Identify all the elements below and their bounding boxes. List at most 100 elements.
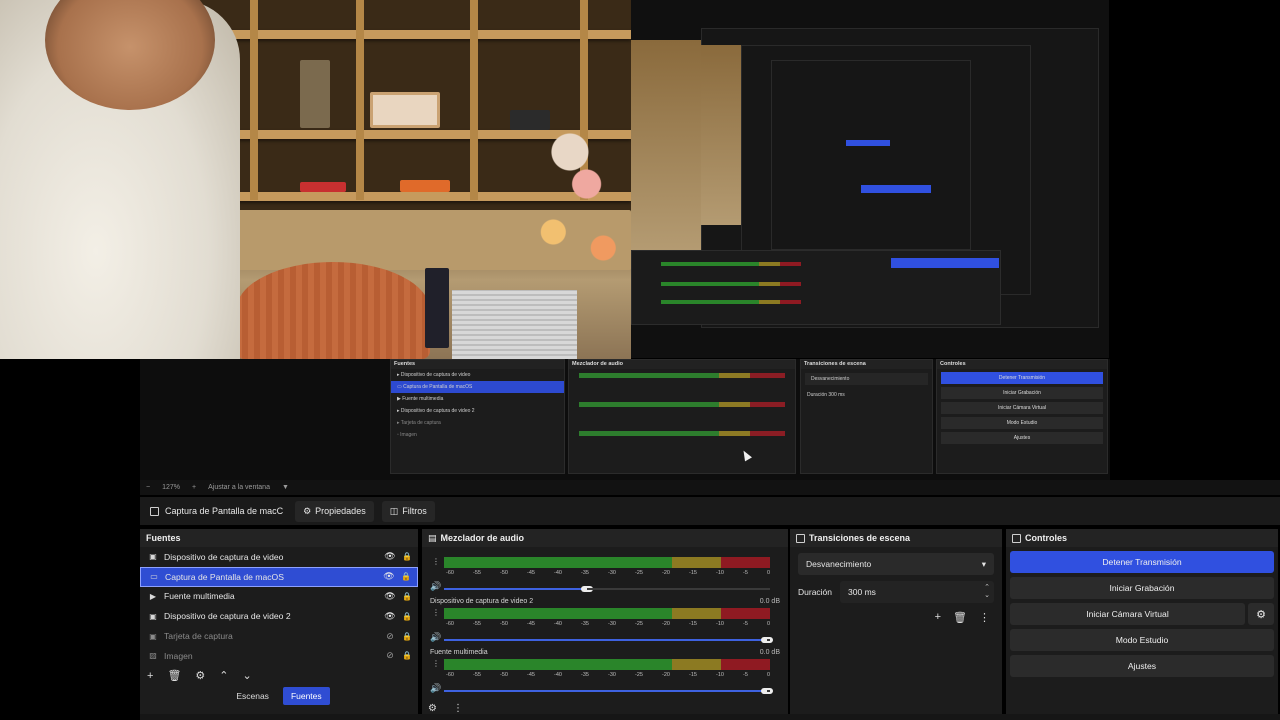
sources-title: Fuentes xyxy=(146,533,181,543)
gear-icon[interactable]: ⚙ xyxy=(1248,603,1274,625)
stop-streaming-button[interactable]: Detener Transmisión xyxy=(1010,551,1274,573)
transition-select[interactable]: Desvanecimiento ▾ xyxy=(798,553,994,575)
lock-icon[interactable]: 🔒 xyxy=(402,552,412,561)
transition-selected: Desvanecimiento xyxy=(806,559,872,569)
source-item[interactable]: ▣ Dispositivo de captura de video 2 👁 🔒 xyxy=(140,606,418,626)
meter-tick: -50 xyxy=(500,621,508,627)
lock-icon[interactable]: 🔒 xyxy=(402,592,412,601)
more-options-icon[interactable]: ⋮ xyxy=(979,611,990,624)
trash-icon[interactable]: 🗑 xyxy=(953,611,967,624)
meter-tick: -55 xyxy=(473,570,481,576)
volume-fader[interactable] xyxy=(444,690,767,692)
mixer-channels: ⋮ -60 -55 -50 -45 -40 -35 -30 -25 -20 -15 -10 -5 0 🔊 Di… xyxy=(422,547,788,700)
chevron-down-icon[interactable]: ▼ xyxy=(282,484,289,491)
gear-icon[interactable]: ⚙ xyxy=(195,669,205,682)
sources-list: ▣ Dispositivo de captura de video 👁 🔒 ▭ Captu… xyxy=(140,547,418,666)
source-item[interactable]: ▣ Dispositivo de captura de video 👁 🔒 xyxy=(140,547,418,567)
recursive-preview xyxy=(631,0,1109,358)
camera-icon: ▣ xyxy=(149,552,157,562)
controls-icon xyxy=(1012,533,1021,543)
start-virtual-camera-button[interactable]: Iniciar Cámara Virtual xyxy=(1010,603,1245,625)
source-label: Dispositivo de captura de video xyxy=(164,551,284,562)
mixer-dock-title: ▤ Mezclador de audio xyxy=(422,529,788,547)
filters-button[interactable]: ◫ Filtros xyxy=(381,500,435,522)
meter-tick: -60 xyxy=(446,570,454,576)
eye-off-icon[interactable]: ⊘ xyxy=(384,650,396,661)
mixer-channel: Fuente multimedia 0.0 dB ⋮ -60 -55 -50 -45 -40-… xyxy=(422,649,788,700)
eye-icon[interactable]: 👁 xyxy=(384,551,396,562)
eye-icon[interactable]: 👁 xyxy=(384,591,396,602)
channel-name: Dispositivo de captura de video 2 xyxy=(430,598,534,605)
lock-icon[interactable]: 🔒 xyxy=(402,612,412,621)
meter-tick: -40 xyxy=(554,672,562,678)
fader-row: 🔊 xyxy=(430,632,780,646)
meter-tick: -30 xyxy=(608,570,616,576)
properties-button[interactable]: ⚙ Propiedades xyxy=(295,500,374,522)
meter-tick: -40 xyxy=(554,621,562,627)
duration-input[interactable]: 300 ms ⌃ ⌄ xyxy=(840,581,994,603)
duration-value: 300 ms xyxy=(848,587,876,597)
tab-sources[interactable]: Fuentes xyxy=(282,686,330,705)
meter-tick: -25 xyxy=(635,621,643,627)
more-options-icon[interactable]: ⋮ xyxy=(432,557,440,566)
zoom-level: 127% xyxy=(162,484,180,491)
volume-meter xyxy=(444,557,770,568)
meter-tick: -45 xyxy=(527,570,535,576)
source-item[interactable]: ▨ Imagen ⊘ 🔒 xyxy=(140,646,418,666)
volume-meter xyxy=(444,659,770,670)
program-preview[interactable]: Fuentes ▸ Dispositivo de captura de vide… xyxy=(0,0,1280,480)
meter-tick: -10 xyxy=(716,672,724,678)
eye-icon[interactable]: 👁 xyxy=(384,611,396,622)
zoom-in-button[interactable]: + xyxy=(192,484,196,491)
move-up-icon[interactable]: ⌃ xyxy=(219,669,228,682)
move-down-icon[interactable]: ⌄ xyxy=(243,669,252,682)
channel-header: Fuente multimedia 0.0 dB xyxy=(430,649,780,659)
source-item[interactable]: ▶ Fuente multimedia 👁 🔒 xyxy=(140,587,418,607)
volume-fader[interactable] xyxy=(444,588,588,590)
play-icon: ▶ xyxy=(149,591,157,601)
selected-source: Captura de Pantalla de macC xyxy=(146,506,287,516)
volume-fader[interactable] xyxy=(444,639,767,641)
more-options-icon[interactable]: ⋮ xyxy=(432,608,440,617)
meter-tick: -45 xyxy=(527,672,535,678)
lock-icon[interactable]: 🔒 xyxy=(402,651,412,660)
more-options-icon[interactable]: ⋮ xyxy=(432,659,440,668)
start-recording-button[interactable]: Iniciar Grabación xyxy=(1010,577,1274,599)
meter-tick: -20 xyxy=(662,570,670,576)
sources-toolbar: + 🗑 ⚙ ⌃ ⌄ xyxy=(140,666,418,686)
more-options-icon[interactable]: ⋮ xyxy=(453,703,463,714)
spin-arrows-icon[interactable]: ⌃ ⌄ xyxy=(984,584,990,600)
source-item[interactable]: ▭ Captura de Pantalla de macOS 👁 🔒 xyxy=(140,566,418,587)
add-icon[interactable]: + xyxy=(147,670,153,682)
filters-label: Filtros xyxy=(402,506,427,516)
audio-mixer-dock: ▤ Mezclador de audio ⋮ -60 -55 -50 -45 -40 -35… xyxy=(422,529,788,714)
controls-dock: Controles Detener Transmisión Iniciar Gr… xyxy=(1006,529,1278,714)
meter-tick: -15 xyxy=(689,672,697,678)
studio-mode-button[interactable]: Modo Estudio xyxy=(1010,629,1274,651)
monitor-icon: ▭ xyxy=(150,572,158,582)
settings-button[interactable]: Ajustes xyxy=(1010,655,1274,677)
properties-label: Propiedades xyxy=(315,506,366,516)
speaker-icon[interactable]: 🔊 xyxy=(430,632,441,643)
lock-icon[interactable]: 🔒 xyxy=(402,632,412,641)
meter-tick: -30 xyxy=(608,672,616,678)
virtual-camera-row: Iniciar Cámara Virtual ⚙ xyxy=(1010,603,1274,625)
eye-off-icon[interactable]: ⊘ xyxy=(384,631,396,642)
meter-tick: -25 xyxy=(635,570,643,576)
trash-icon[interactable]: 🗑 xyxy=(167,669,181,682)
source-item[interactable]: ▣ Tarjeta de captura ⊘ 🔒 xyxy=(140,626,418,646)
meter-tick: -45 xyxy=(527,621,535,627)
mixer-channel: Dispositivo de captura de video 2 0.0 dB ⋮… xyxy=(422,598,788,649)
speaker-icon[interactable]: 🔊 xyxy=(430,683,441,694)
lock-icon[interactable]: 🔒 xyxy=(401,572,411,581)
transitions-toolbar: + 🗑 ⋮ xyxy=(790,603,1002,624)
advanced-audio-icon[interactable]: ⚙ xyxy=(428,703,437,714)
speaker-icon[interactable]: 🔊 xyxy=(430,581,441,592)
meter-tick: 0 xyxy=(766,621,770,627)
eye-icon[interactable]: 👁 xyxy=(383,571,395,582)
zoom-fit-select[interactable]: Ajustar a la ventana xyxy=(208,484,270,491)
add-icon[interactable]: + xyxy=(935,611,941,624)
source-label: Fuente multimedia xyxy=(164,591,235,602)
tab-scenes[interactable]: Escenas xyxy=(228,687,277,705)
zoom-out-button[interactable]: − xyxy=(146,484,150,491)
